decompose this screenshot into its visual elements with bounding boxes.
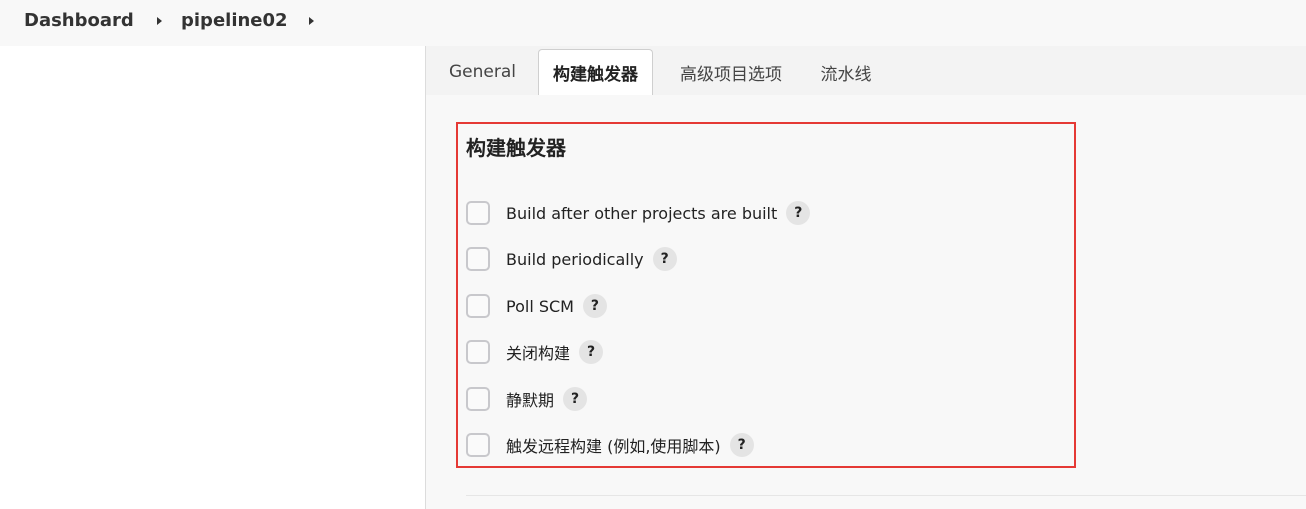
quiet-period-checkbox[interactable] — [466, 387, 490, 411]
poll-scm-checkbox[interactable] — [466, 294, 490, 318]
config-panel: General 构建触发器 高级项目选项 流水线 构建触发器 Build aft… — [426, 46, 1306, 509]
breadcrumb-project-link[interactable]: pipeline02 — [181, 10, 288, 31]
chevron-right-icon[interactable] — [157, 17, 162, 25]
build-periodically-checkbox[interactable] — [466, 247, 490, 271]
tab-build-triggers[interactable]: 构建触发器 — [538, 49, 653, 95]
section-divider — [466, 495, 1306, 496]
option-poll-scm: Poll SCM ? — [466, 291, 607, 321]
help-icon[interactable]: ? — [579, 340, 604, 364]
chevron-right-icon[interactable] — [309, 17, 314, 25]
option-label[interactable]: 关闭构建 — [506, 340, 570, 364]
option-build-after-other-projects: Build after other projects are built ? — [466, 198, 811, 228]
option-label[interactable]: 触发远程构建 (例如,使用脚本) — [506, 433, 721, 457]
tab-bar: General 构建触发器 高级项目选项 流水线 — [426, 46, 1306, 95]
option-label[interactable]: 静默期 — [506, 387, 554, 411]
option-label[interactable]: Poll SCM — [506, 297, 574, 316]
option-label[interactable]: Build after other projects are built — [506, 204, 777, 223]
breadcrumb-dashboard-link[interactable]: Dashboard — [24, 10, 134, 31]
breadcrumb: Dashboard pipeline02 — [0, 0, 1306, 46]
help-icon[interactable]: ? — [729, 433, 754, 457]
trigger-remote-build-checkbox[interactable] — [466, 433, 490, 457]
option-label[interactable]: Build periodically — [506, 250, 644, 269]
option-trigger-remote-build: 触发远程构建 (例如,使用脚本) ? — [466, 430, 754, 460]
disable-build-checkbox[interactable] — [466, 340, 490, 364]
help-icon[interactable]: ? — [786, 201, 811, 225]
build-after-other-projects-checkbox[interactable] — [466, 201, 490, 225]
tab-advanced-project-options[interactable]: 高级项目选项 — [666, 49, 796, 95]
option-quiet-period: 静默期 ? — [466, 384, 588, 414]
help-icon[interactable]: ? — [563, 387, 588, 411]
option-disable-build: 关闭构建 ? — [466, 337, 604, 367]
help-icon[interactable]: ? — [652, 247, 677, 271]
section-title: 构建触发器 — [466, 136, 566, 160]
sidebar — [0, 46, 426, 509]
tab-general[interactable]: General — [440, 49, 525, 95]
help-icon[interactable]: ? — [582, 294, 607, 318]
tab-pipeline[interactable]: 流水线 — [811, 49, 881, 95]
option-build-periodically: Build periodically ? — [466, 244, 677, 274]
